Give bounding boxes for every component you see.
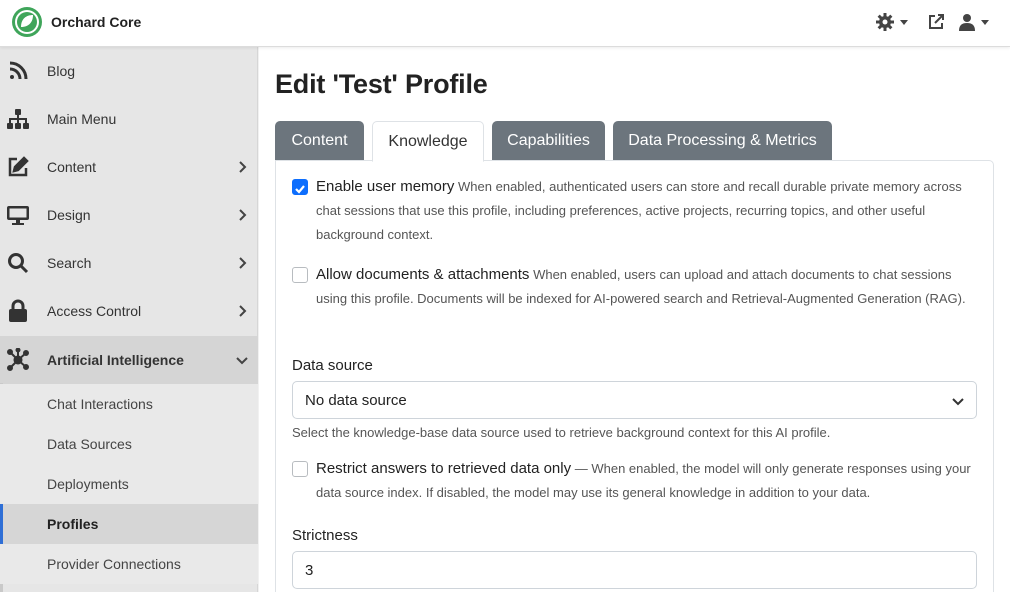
sidebar-item-blog[interactable]: Blog (0, 47, 258, 95)
data-source-help: Select the knowledge-base data source us… (292, 425, 831, 440)
sidebar-item-artificial-intelligence[interactable]: Artificial Intelligence (0, 336, 258, 384)
sidebar-item-label: Artificial Intelligence (47, 352, 184, 368)
sidebar-subitem-profiles[interactable]: Profiles (0, 504, 258, 544)
brand-name[interactable]: Orchard Core (51, 14, 141, 30)
search-icon (6, 251, 30, 275)
chevron-right-icon (239, 305, 247, 317)
gear-icon (876, 13, 894, 31)
sidebar-subitem-label: Provider Connections (47, 556, 181, 572)
sidebar-subitem-label: Profiles (47, 516, 99, 532)
tab-data-processing-metrics[interactable]: Data Processing & Metrics (613, 121, 832, 160)
sidebar-subitem-deployments[interactable]: Deployments (0, 464, 258, 504)
sidebar-subitem-label: Data Sources (47, 436, 132, 452)
data-source-value: No data source (305, 391, 407, 409)
sidebar-item-label: Design (47, 207, 91, 223)
top-bar: Orchard Core (0, 0, 1010, 47)
restrict-label[interactable]: Restrict answers to retrieved data only (316, 460, 571, 477)
strictness-input[interactable] (292, 551, 977, 589)
main-content: Edit 'Test' Profile Content Knowledge Ca… (259, 47, 1010, 592)
tab-knowledge[interactable]: Knowledge (372, 121, 484, 162)
documents-checkbox[interactable] (292, 267, 308, 283)
chevron-down-icon (236, 357, 248, 365)
check-icon (295, 185, 305, 194)
rss-icon (6, 59, 30, 83)
data-source-select[interactable]: No data source (292, 381, 977, 419)
visit-site-button[interactable] (927, 11, 945, 33)
tab-content[interactable]: Content (275, 121, 364, 160)
knowledge-panel: Enable user memory When enabled, authent… (275, 160, 994, 592)
sidebar-subitem-provider-connections[interactable]: Provider Connections (0, 544, 258, 584)
sidebar-item-main-menu[interactable]: Main Menu (0, 95, 258, 143)
sidebar-item-label: Access Control (47, 303, 142, 319)
sidebar-item-label: Main Menu (47, 111, 117, 127)
external-link-icon (929, 14, 944, 29)
chevron-right-icon (239, 257, 247, 269)
user-menu-button[interactable] (958, 11, 989, 33)
restrict-checkbox[interactable] (292, 461, 308, 477)
orchard-logo-icon[interactable] (11, 6, 43, 38)
sidebar-item-content[interactable]: Content (0, 143, 258, 191)
restrict-option: Restrict answers to retrieved data only … (292, 457, 982, 505)
strictness-label: Strictness (292, 527, 358, 544)
sidebar-item-label: Blog (47, 63, 76, 79)
sidebar-item-label: Content (47, 159, 97, 175)
caret-down-icon (981, 19, 989, 25)
user-memory-label[interactable]: Enable user memory (316, 178, 454, 195)
tab-capabilities[interactable]: Capabilities (492, 121, 605, 160)
documents-option: Allow documents & attachments When enabl… (292, 263, 982, 311)
sidebar-item-design[interactable]: Design (0, 191, 258, 239)
documents-label[interactable]: Allow documents & attachments (316, 266, 529, 283)
sidebar-item-search[interactable]: Search (0, 239, 258, 287)
data-source-label: Data source (292, 357, 373, 374)
user-icon (959, 14, 975, 31)
sitemap-icon (6, 107, 30, 131)
edit-icon (6, 155, 30, 179)
chevron-right-icon (239, 209, 247, 221)
theme-menu-button[interactable] (875, 11, 908, 33)
sidebar: Blog Main Menu Content Design Search Acc… (0, 47, 258, 592)
user-memory-checkbox[interactable] (292, 179, 308, 195)
caret-down-icon (900, 19, 908, 25)
lock-icon (6, 299, 30, 323)
user-memory-option: Enable user memory When enabled, authent… (292, 175, 982, 247)
chevron-right-icon (239, 161, 247, 173)
sidebar-item-access-control[interactable]: Access Control (0, 287, 258, 335)
network-icon (6, 348, 30, 372)
sidebar-subitem-chat-interactions[interactable]: Chat Interactions (0, 384, 258, 424)
sidebar-subitem-data-sources[interactable]: Data Sources (0, 424, 258, 464)
sidebar-subitem-label: Deployments (47, 476, 129, 492)
sidebar-item-label: Search (47, 255, 92, 271)
sidebar-subitem-label: Chat Interactions (47, 396, 153, 412)
monitor-icon (6, 203, 30, 227)
chevron-down-icon (952, 398, 964, 406)
page-title: Edit 'Test' Profile (275, 69, 488, 99)
